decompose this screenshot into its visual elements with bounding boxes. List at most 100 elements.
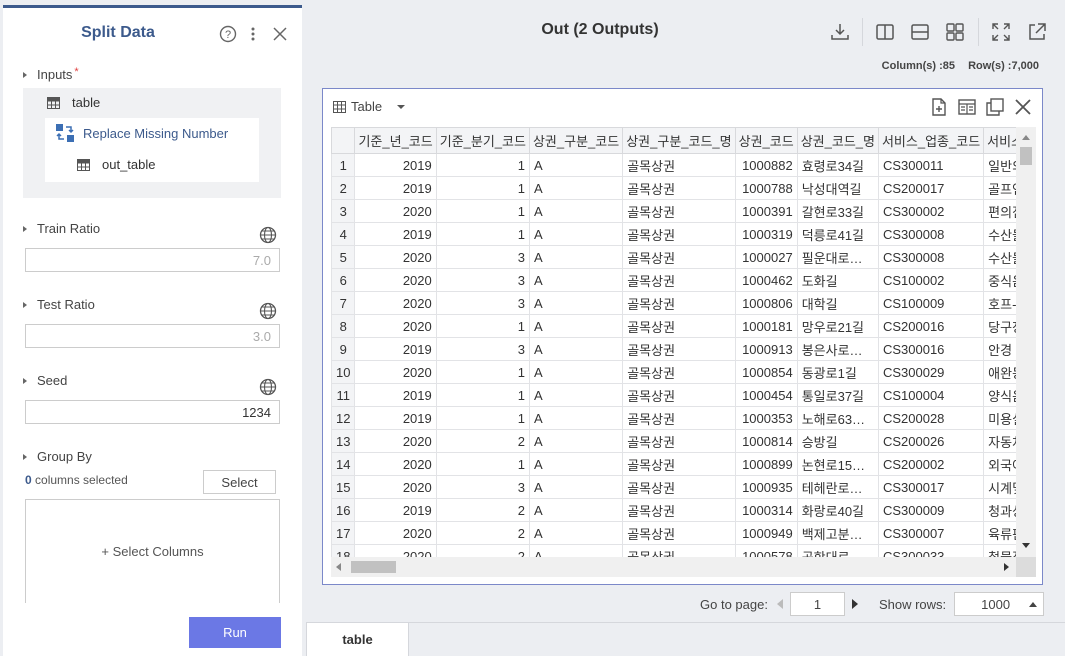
table-cell[interactable]: CS100004 — [877, 383, 985, 407]
row-number-cell[interactable]: 9 — [331, 337, 356, 361]
column-header[interactable]: 상권_구분_코드_명 — [622, 127, 736, 154]
table-cell[interactable]: 1 — [435, 222, 530, 246]
help-icon[interactable]: ? — [218, 24, 238, 44]
table-cell[interactable]: 2020 — [354, 291, 437, 315]
table-cell[interactable]: 2019 — [354, 406, 437, 430]
seed-input[interactable]: 1234 — [25, 400, 280, 424]
table-cell[interactable]: 2020 — [354, 268, 437, 292]
column-header[interactable]: 서비스_업종_코드 — [877, 127, 985, 154]
table-cell[interactable]: 공항대로… — [796, 544, 879, 557]
table-cell[interactable]: 골목상권 — [622, 245, 736, 269]
input-item-out-table[interactable]: out_table — [77, 157, 156, 172]
table-row[interactable]: 14 2020 1 A 골목상권 1000899 논현로15… CS200002 외국어 — [331, 452, 1024, 476]
table-row[interactable]: 10 2020 1 A 골목상권 1000854 동광로1길 CS300029 애완동 — [331, 360, 1024, 384]
table-cell[interactable]: 낙성대역길 — [796, 176, 879, 200]
table-cell[interactable]: 1 — [435, 153, 530, 177]
train-ratio-input[interactable]: 7.0 — [25, 248, 280, 272]
column-header[interactable]: 상권_구분_코드 — [528, 127, 624, 154]
horizontal-scrollbar[interactable] — [331, 557, 1016, 577]
table-row[interactable]: 13 2020 2 A 골목상권 1000814 승방길 CS200026 자동차 — [331, 429, 1024, 453]
data-grid[interactable]: 기준_년_코드 기준_분기_코드 상권_구분_코드 상권_구분_코드_명 상권_… — [331, 127, 1024, 557]
table-cell[interactable]: CS300002 — [877, 199, 985, 223]
table-cell[interactable]: 2020 — [354, 314, 437, 338]
row-number-cell[interactable]: 4 — [331, 222, 356, 246]
table-cell[interactable]: A — [528, 291, 624, 315]
table-cell[interactable]: 2 — [435, 498, 530, 522]
table-cell[interactable]: 동광로1길 — [796, 360, 879, 384]
table-row[interactable]: 11 2019 1 A 골목상권 1000454 통일로37길 CS100004 양식음 — [331, 383, 1024, 407]
table-cell[interactable]: 2020 — [354, 360, 437, 384]
table-cell[interactable]: 3 — [435, 337, 530, 361]
table-cell[interactable]: A — [528, 176, 624, 200]
table-cell[interactable]: 테헤란로… — [796, 475, 879, 499]
globe-icon[interactable] — [259, 378, 277, 396]
split-vertical-icon[interactable] — [875, 22, 895, 42]
table-row[interactable]: 17 2020 2 A 골목상권 1000949 백제고분… CS300007 육류판 — [331, 521, 1024, 545]
horizontal-scroll-thumb[interactable] — [351, 561, 396, 573]
table-cell[interactable]: 골목상권 — [622, 222, 736, 246]
table-cell[interactable]: 필운대로… — [796, 245, 879, 269]
table-cell[interactable]: 1 — [435, 383, 530, 407]
copy-icon[interactable] — [986, 98, 1004, 116]
table-cell[interactable]: 2019 — [354, 222, 437, 246]
table-cell[interactable]: 1 — [435, 406, 530, 430]
table-settings-icon[interactable] — [958, 98, 976, 116]
row-number-cell[interactable]: 8 — [331, 314, 356, 338]
column-header[interactable]: 상권_코드_명 — [796, 127, 879, 154]
table-cell[interactable]: 통일로37길 — [796, 383, 879, 407]
row-number-cell[interactable]: 16 — [331, 498, 356, 522]
table-cell[interactable]: 골목상권 — [622, 314, 736, 338]
table-cell[interactable]: 골목상권 — [622, 521, 736, 545]
table-cell[interactable]: 2019 — [354, 176, 437, 200]
table-cell[interactable]: A — [528, 153, 624, 177]
table-cell[interactable]: 2 — [435, 429, 530, 453]
table-cell[interactable]: CS200026 — [877, 429, 985, 453]
table-cell[interactable]: 2020 — [354, 199, 437, 223]
table-cell[interactable]: 1000027 — [734, 245, 798, 269]
table-cell[interactable]: 골목상권 — [622, 337, 736, 361]
table-cell[interactable]: A — [528, 406, 624, 430]
table-row[interactable]: 6 2020 3 A 골목상권 1000462 도화길 CS100002 중식음 — [331, 268, 1024, 292]
table-cell[interactable]: 1000319 — [734, 222, 798, 246]
table-cell[interactable]: 골목상권 — [622, 452, 736, 476]
table-cell[interactable]: CS300016 — [877, 337, 985, 361]
row-number-cell[interactable]: 2 — [331, 176, 356, 200]
table-cell[interactable]: A — [528, 383, 624, 407]
table-cell[interactable]: 골목상권 — [622, 429, 736, 453]
table-cell[interactable]: 2020 — [354, 452, 437, 476]
table-cell[interactable]: CS200016 — [877, 314, 985, 338]
table-cell[interactable]: CS300017 — [877, 475, 985, 499]
close-icon[interactable] — [270, 24, 290, 44]
table-cell[interactable]: 승방길 — [796, 429, 879, 453]
table-cell[interactable]: 골목상권 — [622, 176, 736, 200]
table-cell[interactable]: A — [528, 268, 624, 292]
prev-page-icon[interactable] — [776, 599, 784, 609]
table-cell[interactable]: CS300008 — [877, 245, 985, 269]
scroll-right-icon[interactable] — [1004, 563, 1009, 571]
expand-icon[interactable] — [991, 22, 1011, 42]
row-number-cell[interactable]: 17 — [331, 521, 356, 545]
page-number-input[interactable]: 1 — [789, 592, 845, 616]
new-document-icon[interactable] — [930, 98, 948, 116]
row-number-cell[interactable]: 6 — [331, 268, 356, 292]
table-cell[interactable]: 3 — [435, 245, 530, 269]
table-row[interactable]: 720203A골목상권1000806대학길CS100009호프-간 — [331, 291, 1024, 315]
input-item-table[interactable]: table — [47, 95, 100, 110]
table-cell[interactable]: 2020 — [354, 521, 437, 545]
table-row[interactable]: 1 2019 1 A 골목상권 1000882 효령로34길 CS300011 일반의 — [331, 153, 1024, 177]
open-external-icon[interactable] — [1027, 22, 1047, 42]
row-number-cell[interactable]: 12 — [331, 406, 356, 430]
scroll-left-icon[interactable] — [336, 563, 341, 571]
table-cell[interactable]: 봉은사로… — [796, 337, 879, 361]
table-cell[interactable]: 골목상권 — [622, 383, 736, 407]
table-cell[interactable]: 화랑로40길 — [796, 498, 879, 522]
scroll-down-icon[interactable] — [1022, 543, 1030, 548]
table-cell[interactable]: 골목상권 — [622, 291, 736, 315]
table-cell[interactable]: 골목상권 — [622, 268, 736, 292]
table-row[interactable]: 18 2020 2 A 골목상권 1000578 공항대로… CS300033 철물점 — [331, 544, 1024, 557]
table-cell[interactable]: 1000578 — [734, 544, 798, 557]
table-cell[interactable]: 1000454 — [734, 383, 798, 407]
table-cell[interactable]: 1 — [435, 360, 530, 384]
column-header[interactable]: 상권_코드 — [734, 127, 798, 154]
table-cell[interactable]: 골목상권 — [622, 475, 736, 499]
